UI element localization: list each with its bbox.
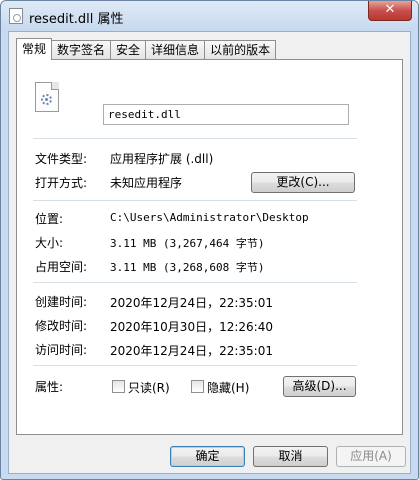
open-with-label: 打开方式: <box>35 176 88 190</box>
size-on-disk-value: 3.11 MB (3,268,608 字节) <box>110 261 265 274</box>
created-value: 2020年12月24日，22:35:01 <box>110 296 273 310</box>
tab-previous-versions[interactable]: 以前的版本 <box>204 40 277 60</box>
readonly-checkbox[interactable] <box>112 380 125 393</box>
dll-gear-file-icon <box>35 82 59 112</box>
created-label: 创建时间: <box>35 295 88 309</box>
size-label: 大小: <box>35 236 64 250</box>
separator <box>33 138 357 139</box>
separator <box>33 200 357 201</box>
window-title: resedit.dll 属性 <box>29 12 124 27</box>
gear-icon <box>41 94 52 105</box>
accessed-label: 访问时间: <box>35 343 88 357</box>
size-on-disk-label: 占用空间: <box>35 260 88 274</box>
modified-label: 修改时间: <box>35 319 88 333</box>
open-with-value: 未知应用程序 <box>110 176 183 190</box>
file-type-value: 应用程序扩展 (.dll) <box>110 152 214 166</box>
hidden-label[interactable]: 隐藏(H) <box>207 379 249 396</box>
tab-digital-signatures[interactable]: 数字签名 <box>51 40 112 60</box>
apply-button[interactable]: 应用(A) <box>336 446 406 467</box>
close-button[interactable]: ✕ <box>368 1 412 21</box>
title-bar[interactable]: resedit.dll 属性 ✕ <box>1 1 418 31</box>
attributes-label: 属性: <box>35 380 64 394</box>
tab-strip: 常规 数字签名 安全 详细信息 以前的版本 <box>16 38 277 60</box>
tab-details[interactable]: 详细信息 <box>145 40 206 60</box>
dialog-client-area: 常规 数字签名 安全 详细信息 以前的版本 resedit.dll 文件类型: … <box>8 31 411 474</box>
close-icon: ✕ <box>384 2 396 17</box>
file-type-label: 文件类型: <box>35 152 88 166</box>
change-button[interactable]: 更改(C)... <box>251 172 355 193</box>
file-name-input[interactable]: resedit.dll <box>103 104 349 125</box>
separator <box>33 365 357 366</box>
properties-window: resedit.dll 属性 ✕ 常规 数字签名 安全 详细信息 以前的版本 r… <box>0 0 419 480</box>
general-tab-panel: resedit.dll 文件类型: 应用程序扩展 (.dll) 打开方式: 未知… <box>16 59 403 435</box>
accessed-value: 2020年12月24日，22:35:01 <box>110 344 273 358</box>
readonly-label[interactable]: 只读(R) <box>128 379 170 396</box>
ok-button[interactable]: 确定 <box>170 446 245 467</box>
location-value: C:\Users\Administrator\Desktop <box>110 211 309 224</box>
cancel-button[interactable]: 取消 <box>253 446 328 467</box>
size-value: 3.11 MB (3,267,464 字节) <box>110 237 265 250</box>
tab-general[interactable]: 常规 <box>16 38 53 60</box>
tab-security[interactable]: 安全 <box>110 40 147 60</box>
modified-value: 2020年10月30日，12:26:40 <box>110 320 273 334</box>
dll-file-icon <box>9 8 23 24</box>
separator <box>33 282 357 283</box>
location-label: 位置: <box>35 212 64 226</box>
hidden-checkbox[interactable] <box>191 380 204 393</box>
advanced-button[interactable]: 高级(D)... <box>283 376 356 397</box>
